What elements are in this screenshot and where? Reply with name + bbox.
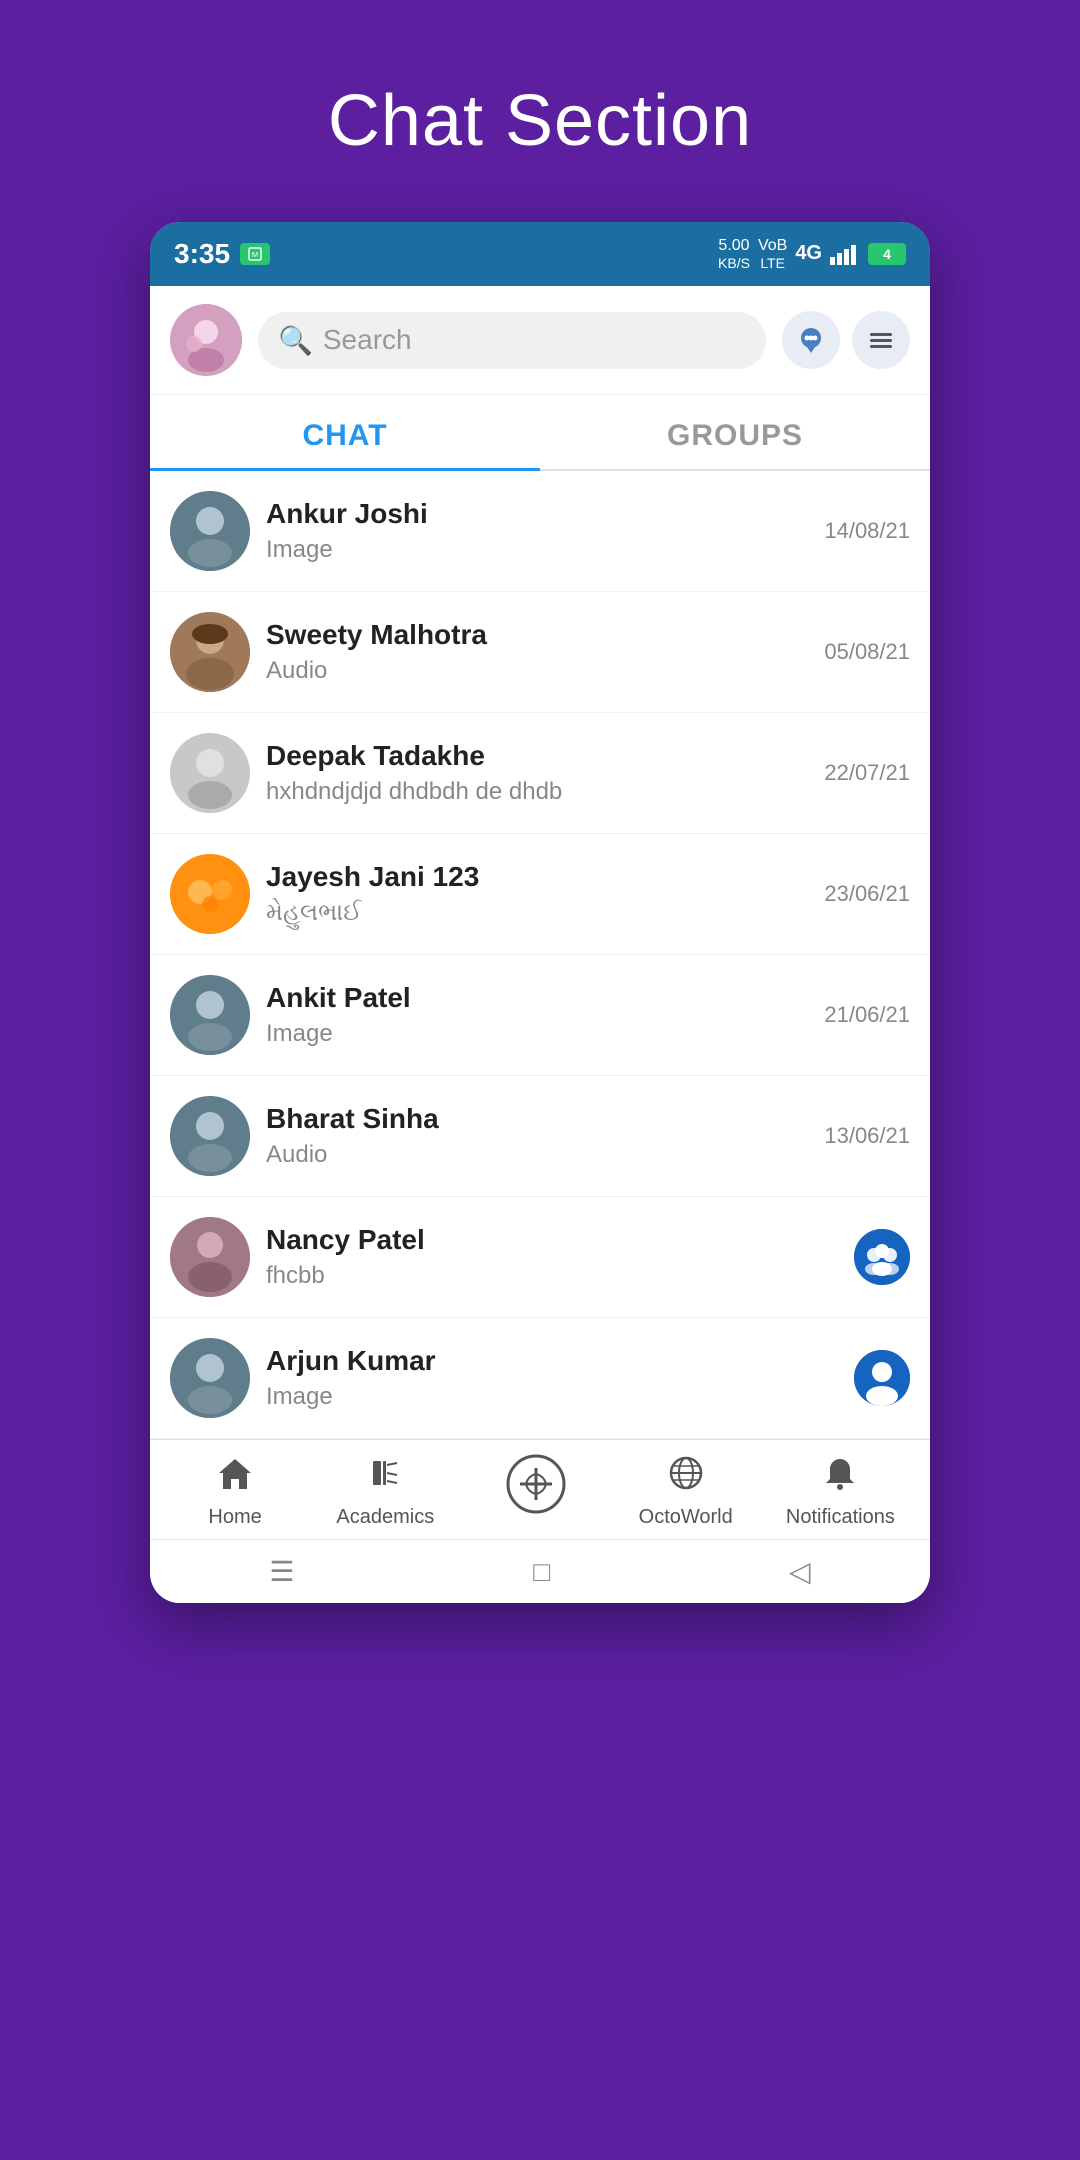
status-right: 5.00 KB/S VoB LTE 4G 4	[718, 236, 906, 272]
nav-home[interactable]: Home	[185, 1455, 285, 1529]
list-item[interactable]: Jayesh Jani 123 મેહુલભાઈ 23/06/21	[150, 834, 930, 955]
chat-name: Jayesh Jani 123	[266, 861, 808, 893]
list-item[interactable]: Arjun Kumar Image	[150, 1318, 930, 1439]
chat-preview: Audio	[266, 1141, 808, 1169]
header-bar: 🔍 Search	[150, 286, 930, 395]
academics-icon	[367, 1455, 403, 1500]
signal-bars-icon	[830, 243, 860, 265]
chat-info: Deepak Tadakhe hxhdndjdjd dhdbdh de dhdb	[266, 740, 808, 806]
chat-preview: Image	[266, 536, 808, 564]
status-time: 3:35	[174, 238, 230, 270]
signal-4g: 4G	[795, 242, 822, 265]
chat-meta: 23/06/21	[824, 881, 910, 907]
chat-meta: 05/08/21	[824, 639, 910, 665]
list-item[interactable]: Bharat Sinha Audio 13/06/21	[150, 1076, 930, 1197]
menu-icon-button[interactable]	[852, 311, 910, 369]
list-item[interactable]: Ankit Patel Image 21/06/21	[150, 955, 930, 1076]
status-icon: M	[240, 243, 270, 265]
group-badge-icon	[854, 1229, 910, 1285]
chat-date: 21/06/21	[824, 1002, 910, 1028]
android-menu-button[interactable]: ☰	[269, 1555, 294, 1588]
chat-date: 23/06/21	[824, 881, 910, 907]
chat-preview: Image	[266, 1383, 838, 1411]
list-item[interactable]: Sweety Malhotra Audio 05/08/21	[150, 592, 930, 713]
nav-notifications[interactable]: Notifications	[786, 1455, 895, 1529]
nav-notifications-label: Notifications	[786, 1506, 895, 1529]
avatar	[170, 975, 250, 1055]
nav-home-label: Home	[208, 1506, 261, 1529]
android-home-button[interactable]: □	[533, 1556, 550, 1588]
network-type: VoB LTE	[758, 236, 787, 272]
page-title: Chat Section	[328, 80, 752, 162]
nav-octoworld[interactable]: OctoWorld	[636, 1455, 736, 1529]
avatar	[170, 854, 250, 934]
phone-frame: 3:35 M 5.00 KB/S VoB LTE 4G 4	[150, 222, 930, 1603]
battery-icon: 4	[868, 243, 906, 265]
person-badge-icon	[854, 1350, 910, 1406]
home-icon	[217, 1455, 253, 1500]
list-item[interactable]: Deepak Tadakhe hxhdndjdjd dhdbdh de dhdb…	[150, 713, 930, 834]
chat-info: Nancy Patel fhcbb	[266, 1224, 838, 1290]
android-nav: ☰ □ ◁	[150, 1539, 930, 1603]
nav-plus[interactable]	[486, 1454, 586, 1529]
chat-name: Nancy Patel	[266, 1224, 838, 1256]
bottom-nav: Home Academics	[150, 1439, 930, 1539]
chat-meta: 14/08/21	[824, 518, 910, 544]
chat-name: Ankur Joshi	[266, 498, 808, 530]
search-icon: 🔍	[278, 324, 313, 357]
chat-info: Bharat Sinha Audio	[266, 1103, 808, 1169]
header-actions	[782, 311, 910, 369]
chat-date: 05/08/21	[824, 639, 910, 665]
search-box[interactable]: 🔍 Search	[258, 312, 766, 369]
chat-preview: Image	[266, 1020, 808, 1048]
avatar	[170, 1338, 250, 1418]
chat-date: 14/08/21	[824, 518, 910, 544]
chat-name: Deepak Tadakhe	[266, 740, 808, 772]
chat-info: Sweety Malhotra Audio	[266, 619, 808, 685]
chat-date: 22/07/21	[824, 760, 910, 786]
chat-list: Ankur Joshi Image 14/08/21 Sweety Malhot…	[150, 471, 930, 1439]
nav-academics-label: Academics	[336, 1506, 434, 1529]
chat-meta: 13/06/21	[824, 1123, 910, 1149]
chat-meta	[854, 1229, 910, 1285]
bell-icon	[822, 1455, 858, 1500]
chat-name: Sweety Malhotra	[266, 619, 808, 651]
plus-badge-icon	[506, 1454, 566, 1523]
chat-meta	[854, 1350, 910, 1406]
chat-preview: hxhdndjdjd dhdbdh de dhdb	[266, 778, 808, 806]
chat-meta: 21/06/21	[824, 1002, 910, 1028]
svg-text:M: M	[252, 250, 258, 259]
chat-info: Ankit Patel Image	[266, 982, 808, 1048]
chat-info: Arjun Kumar Image	[266, 1345, 838, 1411]
chat-info: Jayesh Jani 123 મેહુલભાઈ	[266, 861, 808, 927]
network-speed: 5.00 KB/S	[718, 236, 750, 272]
status-bar: 3:35 M 5.00 KB/S VoB LTE 4G 4	[150, 222, 930, 286]
list-item[interactable]: Nancy Patel fhcbb	[150, 1197, 930, 1318]
avatar	[170, 733, 250, 813]
tab-bar: CHAT GROUPS	[150, 395, 930, 471]
tab-chat[interactable]: CHAT	[150, 395, 540, 469]
tab-groups[interactable]: GROUPS	[540, 395, 930, 469]
avatar	[170, 491, 250, 571]
android-back-button[interactable]: ◁	[789, 1555, 811, 1588]
chat-meta: 22/07/21	[824, 760, 910, 786]
chat-preview: fhcbb	[266, 1262, 838, 1290]
nav-academics[interactable]: Academics	[335, 1455, 435, 1529]
chat-preview: મેહુલભાઈ	[266, 899, 808, 927]
chat-date: 13/06/21	[824, 1123, 910, 1149]
chat-preview: Audio	[266, 657, 808, 685]
avatar	[170, 1217, 250, 1297]
chat-icon-button[interactable]	[782, 311, 840, 369]
list-item[interactable]: Ankur Joshi Image 14/08/21	[150, 471, 930, 592]
chat-name: Bharat Sinha	[266, 1103, 808, 1135]
search-placeholder: Search	[323, 324, 412, 356]
avatar	[170, 1096, 250, 1176]
chat-info: Ankur Joshi Image	[266, 498, 808, 564]
avatar[interactable]	[170, 304, 242, 376]
nav-octoworld-label: OctoWorld	[639, 1506, 733, 1529]
avatar	[170, 612, 250, 692]
chat-name: Ankit Patel	[266, 982, 808, 1014]
chat-name: Arjun Kumar	[266, 1345, 838, 1377]
globe-icon	[668, 1455, 704, 1500]
